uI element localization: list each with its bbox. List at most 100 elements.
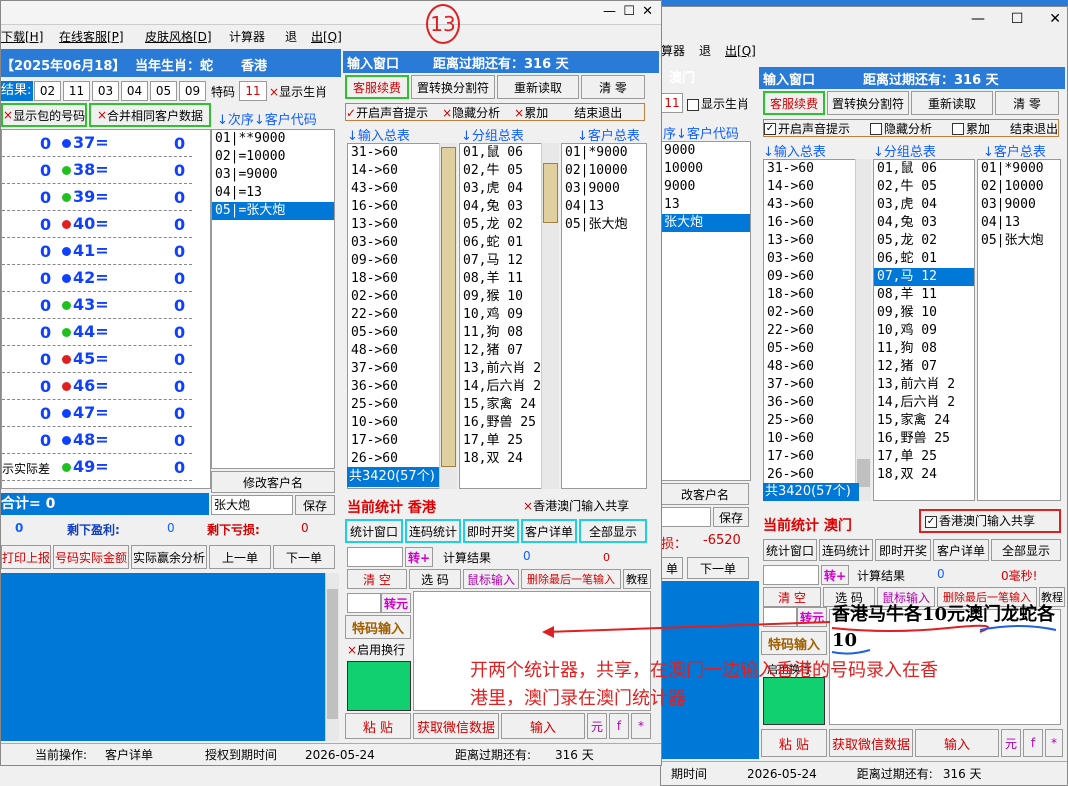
stat-window-button[interactable]: 统计窗口: [345, 519, 403, 543]
list-item[interactable]: 02|10000: [978, 178, 1060, 196]
list-item[interactable]: 08,羊 11: [874, 286, 974, 304]
back-star-button[interactable]: *: [1045, 729, 1063, 757]
list-item[interactable]: 01,鼠 06: [874, 160, 974, 178]
mouse-input-button[interactable]: 鼠标输入: [463, 569, 519, 589]
list-item[interactable]: 04,兔 03: [874, 214, 974, 232]
paste-button[interactable]: 粘 贴: [345, 713, 411, 739]
back-paste-button[interactable]: 粘 贴: [761, 729, 827, 757]
blue-panel-scrollbar[interactable]: [325, 573, 339, 741]
minimize-icon[interactable]: —: [603, 4, 616, 19]
list-item[interactable]: 18,双 24: [874, 466, 974, 484]
star-button[interactable]: *: [631, 713, 651, 739]
separator-button[interactable]: 置转换分割符: [411, 75, 495, 99]
back-save-button[interactable]: 保存: [713, 507, 749, 527]
yuan-button[interactable]: 元: [587, 713, 607, 739]
list-item[interactable]: 04|13: [978, 214, 1060, 232]
list-item[interactable]: 07,马 12: [874, 268, 974, 286]
menu-skin[interactable]: 皮肤风格[D]: [145, 28, 229, 45]
merge-customers-button[interactable]: × 合并相同客户数据: [89, 103, 211, 127]
f-button[interactable]: f: [609, 713, 629, 739]
tutorial-button[interactable]: 教程: [623, 569, 651, 589]
back-clear-button[interactable]: 清 零: [995, 91, 1059, 115]
back-stat-window-button[interactable]: 统计窗口: [763, 539, 817, 561]
select-code-button[interactable]: 选 码: [409, 569, 461, 589]
lianma-button[interactable]: 连码统计: [405, 519, 461, 543]
exit-label[interactable]: 结束退出: [574, 104, 622, 121]
sound-check[interactable]: ✓开启声音提示: [346, 104, 428, 121]
name-input[interactable]: 张大炮: [211, 495, 293, 515]
back-yuan-button[interactable]: 元: [1001, 729, 1021, 757]
share-check[interactable]: ×香港澳门输入共享: [523, 497, 629, 514]
list-item[interactable]: 03|9000: [562, 180, 646, 198]
list-item[interactable]: 15,家禽 24: [874, 412, 974, 430]
show-pack-button[interactable]: × 显示包的号码: [1, 103, 87, 127]
wechat-button[interactable]: 获取微信数据: [413, 713, 499, 739]
delete-last-button[interactable]: 删除最后一笔输入: [521, 569, 621, 589]
back-cust-list[interactable]: 01|*9000 02|10000 03|9000 04|13 05|张大炮: [977, 159, 1061, 501]
customer-list[interactable]: 01|**9000 02|=10000 03|=9000 04|=13 05|=张大炮: [211, 129, 335, 469]
list-item[interactable]: 03,虎 04: [874, 196, 974, 214]
list-item[interactable]: 12,猪 07: [874, 358, 974, 376]
back-hide-check[interactable]: 隐藏分析: [870, 120, 932, 137]
special-input-button[interactable]: 特码输入: [345, 615, 411, 639]
menu-exit-1[interactable]: 退: [699, 42, 711, 59]
show-all-button[interactable]: 全部显示: [579, 519, 647, 543]
print-report-button[interactable]: 打印上报: [1, 545, 51, 569]
list-item[interactable]: 13,前六肖 2: [874, 376, 974, 394]
list-item[interactable]: 03|9000: [978, 196, 1060, 214]
list-item[interactable]: 01|*9000: [978, 160, 1060, 178]
list-item[interactable]: 09,猴 10: [874, 304, 974, 322]
back-lottery-button[interactable]: 即时开奖: [875, 539, 931, 561]
actual-amount-button[interactable]: 号码实际金额: [53, 545, 129, 569]
list-item[interactable]: 01|*9000: [562, 144, 646, 162]
back-zhuan-button[interactable]: 转+: [821, 565, 849, 585]
list-item[interactable]: 16,野兽 25: [874, 430, 974, 448]
back-wechat-button[interactable]: 获取微信数据: [829, 729, 913, 757]
yuan-input[interactable]: [347, 593, 381, 613]
list-item[interactable]: 10,鸡 09: [874, 322, 974, 340]
list-item[interactable]: 02|10000: [562, 162, 646, 180]
input-button[interactable]: 输入: [501, 713, 585, 739]
renew-button[interactable]: 客服续费: [345, 75, 409, 99]
menu-exit-2[interactable]: 出[Q]: [311, 28, 342, 45]
prev-order-button[interactable]: 上一单: [209, 545, 271, 569]
back-prev-button[interactable]: 单: [661, 557, 683, 579]
back-separator-button[interactable]: 置转换分割符: [827, 91, 909, 115]
list-item[interactable]: 02,牛 05: [874, 178, 974, 196]
list-item[interactable]: 11,狗 08: [874, 340, 974, 358]
menu-calculator[interactable]: 算器: [661, 42, 685, 59]
hide-analysis-check[interactable]: ×隐藏分析: [442, 104, 500, 121]
show-zodiac-check[interactable]: ×显示生肖: [269, 83, 327, 100]
next-order-button[interactable]: 下一单: [273, 545, 335, 569]
list-item[interactable]: 05,龙 02: [874, 232, 974, 250]
reload-button[interactable]: 重新读取: [497, 75, 579, 99]
back-accum-check[interactable]: 累加: [952, 120, 990, 137]
back-share-check[interactable]: ✓ 香港澳门输入共享: [919, 509, 1061, 533]
group-scrollbar[interactable]: [541, 143, 559, 489]
menu-calculator[interactable]: 计算器: [229, 28, 285, 45]
maximize-icon[interactable]: ☐: [623, 4, 635, 19]
edit-name-button[interactable]: 修改客户名: [211, 471, 335, 493]
clear-empty-button[interactable]: 清 空: [347, 569, 407, 589]
list-item[interactable]: 17,单 25: [874, 448, 974, 466]
back-detail-button[interactable]: 客户详单: [933, 539, 989, 561]
back-input-button[interactable]: 输入: [915, 729, 999, 757]
back-reload-button[interactable]: 重新读取: [911, 91, 993, 115]
profit-analysis-button[interactable]: 实际赢余分析: [131, 545, 207, 569]
wrap-check[interactable]: ×启用换行: [347, 641, 405, 658]
list-item[interactable]: 06,蛇 01: [874, 250, 974, 268]
list-item[interactable]: 05|张大炮: [562, 216, 646, 234]
back-group-list[interactable]: 01,鼠 06 02,牛 05 03,虎 04 04,兔 03 05,龙 02 06,蛇 …: [873, 159, 975, 501]
detail-button[interactable]: 客户详单: [521, 519, 577, 543]
lottery-button[interactable]: 即时开奖: [463, 519, 519, 543]
back-renew-button[interactable]: 客服续费: [763, 91, 825, 115]
menu-download[interactable]: 下载[H]: [1, 28, 59, 45]
menu-exit-2[interactable]: 出[Q]: [725, 42, 756, 59]
back-edit-name-button[interactable]: 改客户名: [661, 483, 749, 505]
close-icon[interactable]: ✕: [1049, 11, 1061, 31]
back-calc-input[interactable]: [763, 565, 819, 585]
zhuan-button[interactable]: 转+: [405, 547, 433, 567]
back-showall-button[interactable]: 全部显示: [991, 539, 1061, 561]
back-input-scrollbar[interactable]: [855, 159, 871, 501]
back-next-button[interactable]: 下一单: [687, 557, 749, 579]
